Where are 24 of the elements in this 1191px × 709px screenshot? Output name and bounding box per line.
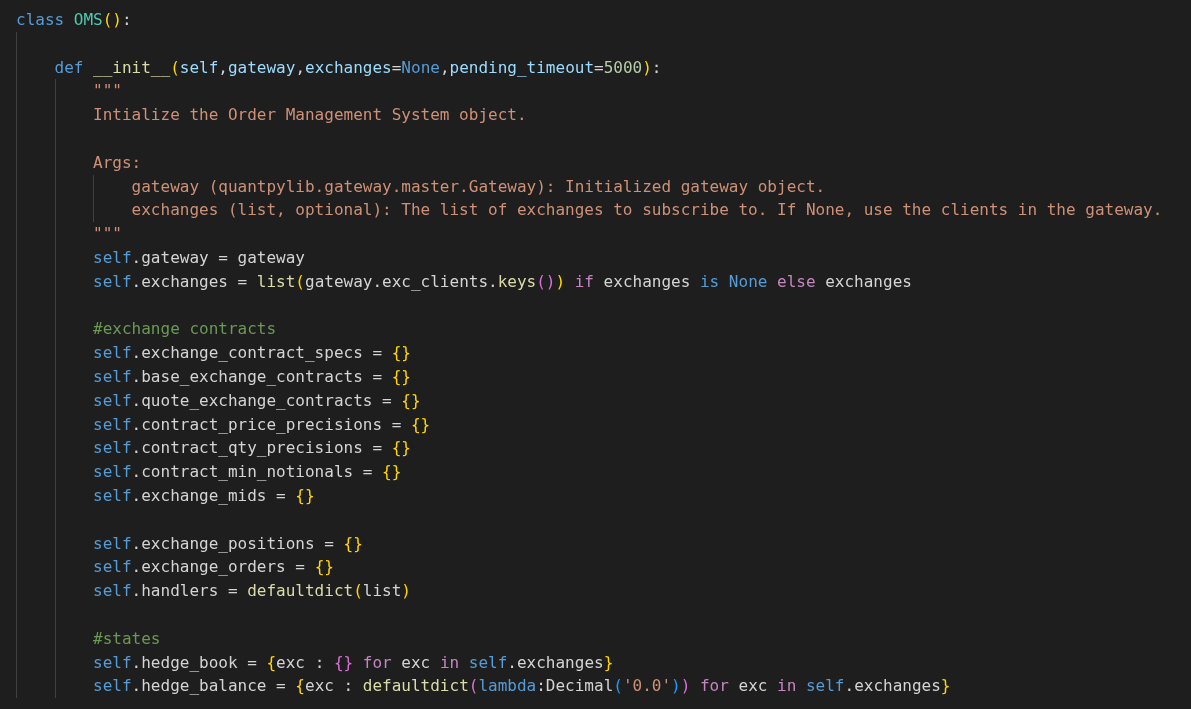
code-line: self.gateway = gateway [93,246,305,269]
code-line: self.contract_price_precisions = {} [93,413,431,436]
code-line: #exchange contracts [93,318,277,341]
code-line: """ [93,223,122,246]
code-line: self.exchange_positions = {} [93,532,363,555]
code-line: self.handlers = defaultdict(list) [93,580,411,603]
code-line: class OMS(): [16,9,132,31]
code-line: self.exchange_orders = {} [93,556,334,579]
code-line: def __init__(self,gateway,exchanges=None,pending_timeout=5000): [54,56,662,79]
code-line: self.contract_qty_precisions = {} [93,437,411,460]
code-line: """ [93,80,122,103]
code-line: self.quote_exchange_contracts = {} [93,389,421,412]
code-line: self.exchange_mids = {} [93,484,315,507]
code-line: self.contract_min_notionals = {} [93,461,402,484]
code-line: self.exchanges = list(gateway.exc_clients.keys()) if exchanges is None else exchanges [93,270,912,293]
code-line: gateway (quantpylib.gateway.master.Gateway): Initialized gateway object. [131,175,826,198]
code-line: #states [93,627,161,650]
code-line: Args: [93,151,142,174]
code-line: self.hedge_balance = {exc : defaultdict(lambda:Decimal('0.0')) for exc in self.exchanges} [93,675,951,698]
code-line: self.hedge_book = {exc : {} for exc in self.exchanges} [93,651,614,674]
code-line: self.exchange_contract_specs = {} [93,342,411,365]
code-line: exchanges (list, optional): The list of exchanges to subscribe to. If None, use the clients in the gateway. [131,199,1163,222]
code-line: Intialize the Order Management System object. [93,104,527,127]
code-line: self.base_exchange_contracts = {} [93,365,411,388]
